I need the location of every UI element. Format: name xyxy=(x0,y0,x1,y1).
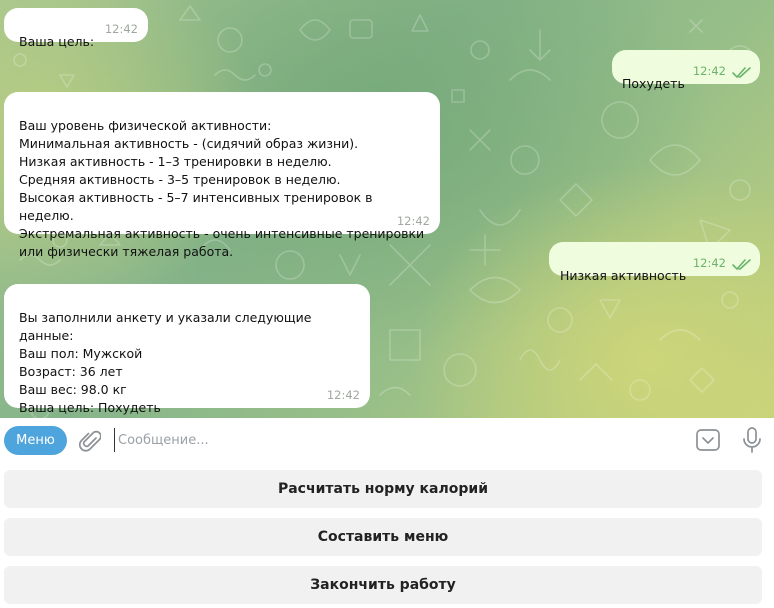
message-outgoing: Низкая активность 12:42 xyxy=(549,242,760,283)
microphone-icon[interactable] xyxy=(742,427,762,453)
message-text: Ваша цель: xyxy=(19,34,95,49)
message-time: 12:42 xyxy=(692,256,726,270)
message-composer: Меню xyxy=(0,418,774,464)
double-check-icon xyxy=(732,67,751,78)
paperclip-icon[interactable] xyxy=(79,429,101,453)
message-text: Похудеть xyxy=(622,76,685,91)
double-check-icon xyxy=(732,259,751,270)
message-incoming: Ваш уровень физической активности: Миним… xyxy=(4,92,440,259)
message-time: 12:42 xyxy=(326,388,360,402)
chat-area: Ваша цель: 12:42 Похудеть 12:42 Ваш уров… xyxy=(0,0,774,418)
make-menu-button[interactable]: Составить меню xyxy=(4,518,762,556)
message-time: 12:42 xyxy=(396,214,430,228)
message-outgoing: Похудеть 12:42 xyxy=(612,50,760,91)
message-input[interactable] xyxy=(114,428,674,452)
bot-reply-keyboard: Расчитать норму калорий Составить меню З… xyxy=(0,464,774,608)
message-time: 12:42 xyxy=(104,22,138,36)
message-text: Ваш уровень физической активности: Миним… xyxy=(19,118,425,259)
message-time: 12:42 xyxy=(692,64,726,78)
message-text: Низкая активность xyxy=(560,268,687,283)
message-incoming: Ваша цель: 12:42 xyxy=(4,8,148,49)
menu-button[interactable]: Меню xyxy=(4,426,67,455)
calculate-calories-button[interactable]: Расчитать норму калорий xyxy=(4,470,762,508)
keyboard-toggle-icon[interactable] xyxy=(696,429,720,451)
finish-work-button[interactable]: Закончить работу xyxy=(4,566,762,604)
message-incoming: Вы заполнили анкету и указали следующие … xyxy=(4,284,370,415)
message-text: Вы заполнили анкету и указали следующие … xyxy=(19,310,312,415)
